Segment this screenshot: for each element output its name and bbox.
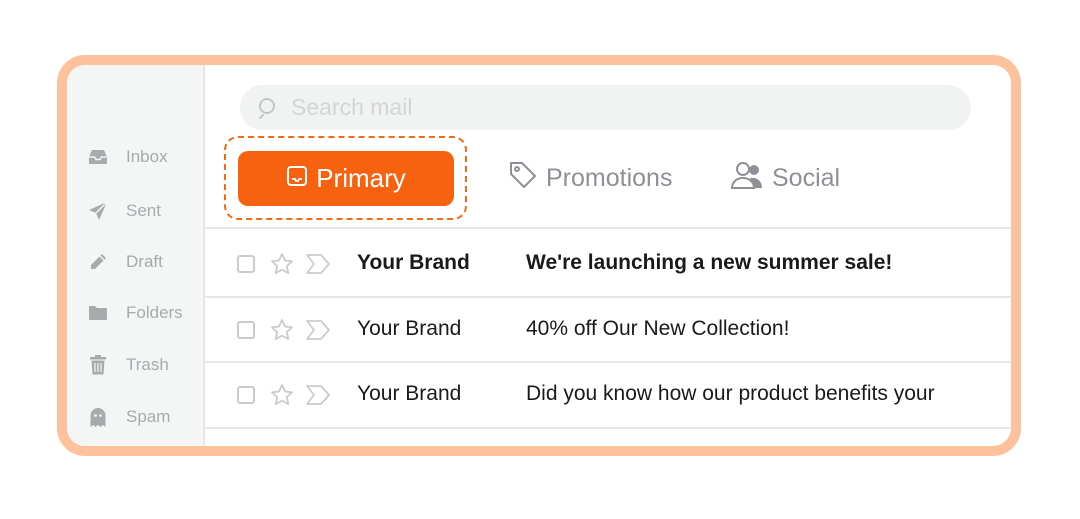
star-icon[interactable] <box>270 252 294 276</box>
search-icon <box>258 97 278 119</box>
sidebar-item-spam[interactable]: Spam <box>87 405 170 429</box>
sidebar-item-folders[interactable]: Folders <box>87 301 183 325</box>
email-row[interactable]: Your Brand Did you know how our product … <box>205 363 1011 427</box>
folder-icon <box>87 302 109 324</box>
inbox-icon <box>87 146 109 168</box>
divider <box>205 427 1011 429</box>
search-bar[interactable] <box>240 85 971 130</box>
pencil-icon <box>87 251 109 273</box>
people-icon <box>730 160 764 197</box>
sidebar-item-label: Inbox <box>126 147 168 166</box>
tab-label: Social <box>772 163 841 192</box>
main-panel: Primary Promotions Social Your Brand W <box>205 65 1011 446</box>
importance-marker-icon[interactable] <box>305 384 331 406</box>
importance-marker-icon[interactable] <box>305 253 331 275</box>
email-row[interactable]: Your Brand We're launching a new summer … <box>205 232 1011 296</box>
email-subject: 40% off Our New Collection! <box>526 317 790 340</box>
star-icon[interactable] <box>270 383 294 407</box>
email-sender: Your Brand <box>357 382 462 405</box>
tag-icon <box>508 160 538 197</box>
sidebar-item-label: Draft <box>126 252 163 271</box>
trash-icon <box>87 354 109 376</box>
tab-social[interactable]: Social <box>730 161 840 195</box>
sidebar-item-inbox[interactable]: Inbox <box>87 145 168 169</box>
tab-promotions[interactable]: Promotions <box>508 161 672 195</box>
sidebar-item-label: Sent <box>126 201 161 220</box>
tab-primary[interactable]: Primary <box>238 151 454 206</box>
ghost-icon <box>87 406 109 428</box>
email-sender: Your Brand <box>357 251 470 274</box>
email-client-frame: Inbox Sent Draft Folders Trash Spam Sear… <box>57 55 1021 456</box>
email-subject: Did you know how our product benefits yo… <box>526 382 935 405</box>
star-icon[interactable] <box>270 318 294 342</box>
email-sender: Your Brand <box>357 317 462 340</box>
sidebar-item-label: Folders <box>126 303 183 322</box>
select-checkbox[interactable] <box>237 386 255 404</box>
tab-label: Promotions <box>546 163 673 192</box>
inbox-tray-icon <box>286 163 308 194</box>
email-subject: We're launching a new summer sale! <box>526 251 893 274</box>
sidebar: Inbox Sent Draft Folders Trash Spam <box>67 65 205 446</box>
email-row[interactable]: Your Brand 40% off Our New Collection! <box>205 298 1011 362</box>
search-input[interactable] <box>291 94 931 121</box>
divider <box>205 227 1011 229</box>
select-checkbox[interactable] <box>237 321 255 339</box>
paper-plane-icon <box>87 200 109 222</box>
sidebar-item-draft[interactable]: Draft <box>87 250 163 274</box>
importance-marker-icon[interactable] <box>305 319 331 341</box>
sidebar-item-trash[interactable]: Trash <box>87 353 169 377</box>
select-checkbox[interactable] <box>237 255 255 273</box>
tab-label: Primary <box>316 163 406 193</box>
sidebar-item-sent[interactable]: Sent <box>87 199 161 223</box>
sidebar-item-label: Trash <box>126 355 169 374</box>
sidebar-item-label: Spam <box>126 407 171 426</box>
